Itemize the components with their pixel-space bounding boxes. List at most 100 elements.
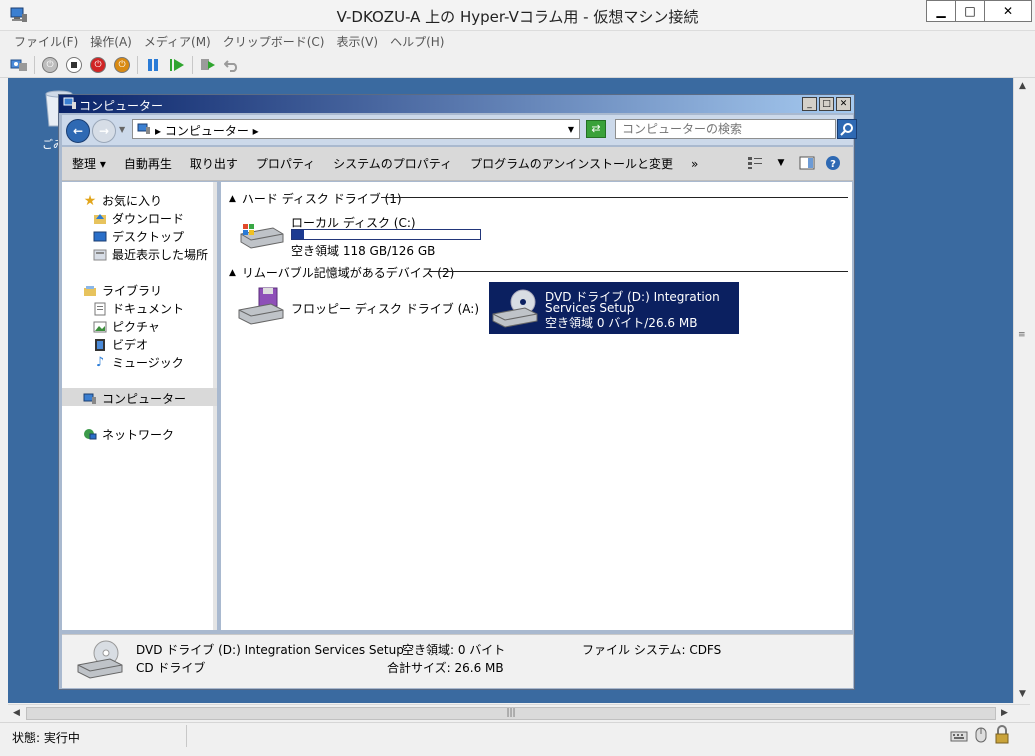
navigation-pane: ★ お気に入り ダウンロード デスクトップ 最近表示した場所 ライブラリ ドキュ… [62, 182, 217, 630]
view-dropdown-icon[interactable]: ▼ [773, 155, 789, 171]
back-button[interactable]: ← [66, 119, 90, 143]
search-icon[interactable] [837, 119, 857, 139]
dvd-drive-d[interactable]: DVD ドライブ (D:) Integration Services Setup… [489, 282, 739, 334]
videos-icon [92, 338, 108, 352]
scroll-down-icon[interactable]: ▼ [1014, 686, 1031, 703]
close-button[interactable]: ✕ [984, 0, 1032, 22]
history-dropdown-icon[interactable]: ▼ [119, 125, 125, 134]
address-bar-area: ← → ▼ ▸ コンピューター ▸ ▼ ⇄ [62, 115, 857, 145]
nav-item-favorites[interactable]: ★ お気に入り [82, 192, 162, 209]
resume-icon[interactable] [168, 56, 186, 74]
pause-icon[interactable] [144, 56, 162, 74]
details-name: DVD ドライブ (D:) Integration Services Setup [136, 643, 404, 657]
nav-item-videos[interactable]: ビデオ [92, 336, 148, 353]
address-bar[interactable]: ▸ コンピューター ▸ ▼ [132, 119, 580, 139]
nav-item-libraries[interactable]: ライブラリ [82, 282, 162, 299]
nav-item-recent[interactable]: 最近表示した場所 [92, 246, 208, 263]
revert-icon[interactable] [223, 56, 241, 74]
scroll-right-icon[interactable]: ▶ [996, 705, 1013, 722]
start-icon[interactable]: ⏻ [41, 56, 59, 74]
nav-label: ドキュメント [112, 302, 185, 316]
nav-item-network[interactable]: ネットワーク [82, 426, 174, 443]
nav-label: ネットワーク [102, 428, 175, 442]
eject-button[interactable]: 取り出す [190, 155, 238, 172]
ctrl-alt-del-icon[interactable] [10, 56, 28, 74]
capacity-bar [291, 229, 481, 240]
explorer-window: コンピューター _ □ ✕ ← → ▼ ▸ コンピューター ▸ ▼ ⇄ コンピュ… [58, 94, 857, 690]
toolbar-separator [192, 55, 193, 74]
details-total-size: 合計サイズ: 26.6 MB [387, 661, 504, 675]
vertical-scrollbar[interactable]: ▲ ≡ ▼ [1013, 78, 1030, 703]
menu-media[interactable]: メディア(M) [138, 31, 217, 52]
search-input[interactable] [616, 120, 806, 138]
nav-item-music[interactable]: ♪ ミュージック [92, 354, 184, 371]
maximize-button[interactable]: □ [955, 0, 985, 22]
local-disk-c[interactable]: ローカル ディスク (C:) 空き領域 118 GB/126 GB [237, 214, 497, 258]
group-header-hdd[interactable]: ▲ ハード ディスク ドライブ (1) [229, 190, 402, 207]
collapse-icon[interactable]: ▲ [229, 194, 236, 204]
toolbar: ⏻ ⏻ ⏻ [0, 52, 1035, 78]
explorer-maximize-button[interactable]: □ [819, 97, 834, 111]
nav-item-desktop[interactable]: デスクトップ [92, 228, 184, 245]
collapse-icon[interactable]: ▲ [229, 268, 236, 278]
toolbar-separator [137, 55, 138, 74]
nav-label: ピクチャ [112, 320, 160, 334]
search-box[interactable] [615, 119, 836, 139]
scroll-left-icon[interactable]: ◀ [8, 705, 25, 722]
organize-button[interactable]: 整理 ▾ [72, 155, 106, 172]
group-header-removable[interactable]: ▲ リムーバブル記憶域があるデバイス (2) [229, 264, 454, 281]
nav-item-downloads[interactable]: ダウンロード [92, 210, 184, 227]
library-icon [82, 284, 98, 298]
system-properties-button[interactable]: システムのプロパティ [333, 155, 452, 172]
dvd-drive-icon [492, 289, 538, 328]
drive-name-cont: Services Setup [545, 301, 635, 315]
scroll-grip-icon[interactable]: ≡ [1018, 330, 1026, 340]
nav-item-computer[interactable]: コンピューター [82, 390, 186, 407]
explorer-title: コンピューター [79, 99, 164, 113]
more-commands-button[interactable]: » [691, 157, 698, 171]
mouse-icon [975, 727, 987, 743]
explorer-minimize-button[interactable]: _ [802, 97, 817, 111]
details-pane: DVD ドライブ (D:) Integration Services Setup… [62, 634, 853, 688]
vm-display[interactable]: ごみ コンピューター _ □ ✕ ← → ▼ ▸ コンピューター ▸ ▼ ⇄ コ… [8, 78, 1013, 703]
explorer-titlebar: コンピューター _ □ ✕ [59, 95, 854, 113]
breadcrumb[interactable]: ▸ コンピューター ▸ [155, 122, 259, 139]
hard-disk-icon [240, 224, 284, 249]
explorer-close-button[interactable]: ✕ [836, 97, 851, 111]
scroll-up-icon[interactable]: ▲ [1014, 78, 1031, 95]
address-dropdown-icon[interactable]: ▼ [568, 125, 574, 134]
autoplay-button[interactable]: 自動再生 [124, 155, 172, 172]
computer-icon [82, 392, 98, 406]
menu-action[interactable]: 操作(A) [84, 31, 138, 52]
menu-file[interactable]: ファイル(F) [8, 31, 84, 52]
shutdown-icon[interactable]: ⏻ [89, 56, 107, 74]
help-icon[interactable]: ? [825, 155, 841, 171]
group-divider [429, 271, 848, 272]
uninstall-program-button[interactable]: プログラムのアンインストールと変更 [470, 155, 673, 172]
menu-clipboard[interactable]: クリップボード(C) [217, 31, 331, 52]
floppy-drive-a[interactable]: フロッピー ディスク ドライブ (A:) [237, 286, 479, 330]
status-divider [186, 725, 187, 747]
menu-bar: ファイル(F) 操作(A) メディア(M) クリップボード(C) 表示(V) ヘ… [0, 31, 1035, 52]
svg-text:?: ? [830, 159, 836, 170]
view-options-icon[interactable] [747, 155, 763, 171]
forward-button[interactable]: → [92, 119, 116, 143]
nav-label: ビデオ [112, 338, 149, 352]
recent-places-icon [92, 248, 108, 262]
minimize-button[interactable]: ▁ [926, 0, 956, 22]
properties-button[interactable]: プロパティ [256, 155, 315, 172]
nav-label: ライブラリ [102, 284, 163, 298]
turn-off-icon[interactable] [65, 56, 83, 74]
nav-item-pictures[interactable]: ピクチャ [92, 318, 160, 335]
refresh-button[interactable]: ⇄ [586, 120, 606, 138]
nav-item-documents[interactable]: ドキュメント [92, 300, 184, 317]
command-bar: 整理 ▾ 自動再生 取り出す プロパティ システムのプロパティ プログラムのアン… [62, 147, 853, 181]
scroll-thumb[interactable]: ||| [26, 707, 996, 720]
save-state-icon[interactable]: ⏻ [113, 56, 131, 74]
horizontal-scrollbar[interactable]: ◀ ||| ▶ [8, 704, 1030, 721]
menu-view[interactable]: 表示(V) [331, 31, 385, 52]
preview-pane-icon[interactable] [799, 155, 815, 171]
drive-free-space: 空き領域 0 バイト/26.6 MB [545, 316, 698, 330]
checkpoint-icon[interactable] [199, 56, 217, 74]
menu-help[interactable]: ヘルプ(H) [384, 31, 450, 52]
